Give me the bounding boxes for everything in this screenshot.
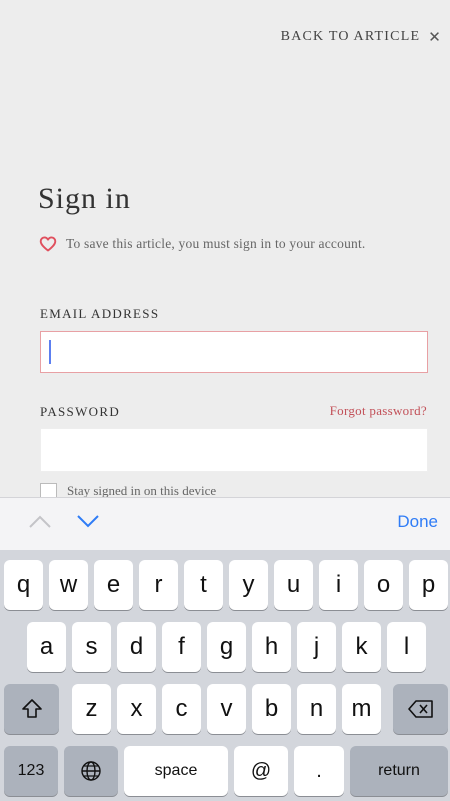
- email-label: EMAIL ADDRESS: [40, 306, 160, 321]
- page-title: Sign in: [38, 182, 131, 215]
- key-r[interactable]: r: [139, 560, 178, 610]
- backspace-icon: [407, 700, 433, 718]
- chevron-up-icon[interactable]: [28, 513, 52, 529]
- keyboard: q w e r t y u i o p a s d f g h j k l z …: [0, 550, 450, 801]
- key-s[interactable]: s: [72, 622, 111, 672]
- back-to-article-label: BACK TO ARTICLE: [280, 29, 421, 44]
- shift-icon: [21, 699, 42, 718]
- backspace-key[interactable]: [393, 684, 448, 734]
- key-i[interactable]: i: [319, 560, 358, 610]
- numbers-key[interactable]: 123: [4, 746, 58, 796]
- stay-signed-in-row[interactable]: Stay signed in on this device: [40, 483, 216, 497]
- key-z[interactable]: z: [72, 684, 111, 734]
- key-q[interactable]: q: [4, 560, 43, 610]
- key-o[interactable]: o: [364, 560, 403, 610]
- key-p[interactable]: p: [409, 560, 448, 610]
- key-w[interactable]: w: [49, 560, 88, 610]
- key-a[interactable]: a: [27, 622, 66, 672]
- email-field[interactable]: [40, 331, 428, 373]
- key-j[interactable]: j: [297, 622, 336, 672]
- shift-key[interactable]: [4, 684, 59, 734]
- key-l[interactable]: l: [387, 622, 426, 672]
- password-field[interactable]: [40, 428, 428, 472]
- key-c[interactable]: c: [162, 684, 201, 734]
- dot-key[interactable]: .: [294, 746, 344, 796]
- key-e[interactable]: e: [94, 560, 133, 610]
- text-caret: [49, 340, 51, 364]
- key-n[interactable]: n: [297, 684, 336, 734]
- save-notice-text: To save this article, you must sign in t…: [66, 236, 366, 251]
- stay-signed-in-label: Stay signed in on this device: [67, 483, 217, 497]
- key-g[interactable]: g: [207, 622, 246, 672]
- key-v[interactable]: v: [207, 684, 246, 734]
- done-button[interactable]: Done: [397, 512, 438, 532]
- globe-icon: [81, 761, 101, 781]
- key-t[interactable]: t: [184, 560, 223, 610]
- save-notice: To save this article, you must sign in t…: [39, 236, 366, 252]
- chevron-down-icon[interactable]: [76, 513, 100, 529]
- key-y[interactable]: y: [229, 560, 268, 610]
- stay-signed-in-checkbox[interactable]: [40, 483, 57, 497]
- key-m[interactable]: m: [342, 684, 381, 734]
- key-h[interactable]: h: [252, 622, 291, 672]
- close-icon[interactable]: ✕: [428, 28, 442, 46]
- key-f[interactable]: f: [162, 622, 201, 672]
- keyboard-accessory-bar: Done: [0, 497, 450, 551]
- key-d[interactable]: d: [117, 622, 156, 672]
- password-label: PASSWORD: [40, 404, 121, 419]
- heart-icon: [39, 236, 57, 252]
- key-x[interactable]: x: [117, 684, 156, 734]
- return-key[interactable]: return: [350, 746, 448, 796]
- key-b[interactable]: b: [252, 684, 291, 734]
- globe-key[interactable]: [64, 746, 118, 796]
- at-key[interactable]: @: [234, 746, 288, 796]
- key-k[interactable]: k: [342, 622, 381, 672]
- back-to-article-link[interactable]: BACK TO ARTICLE ✕: [281, 28, 442, 46]
- space-key[interactable]: space: [124, 746, 228, 796]
- forgot-password-link[interactable]: Forgot password?: [330, 403, 427, 419]
- key-u[interactable]: u: [274, 560, 313, 610]
